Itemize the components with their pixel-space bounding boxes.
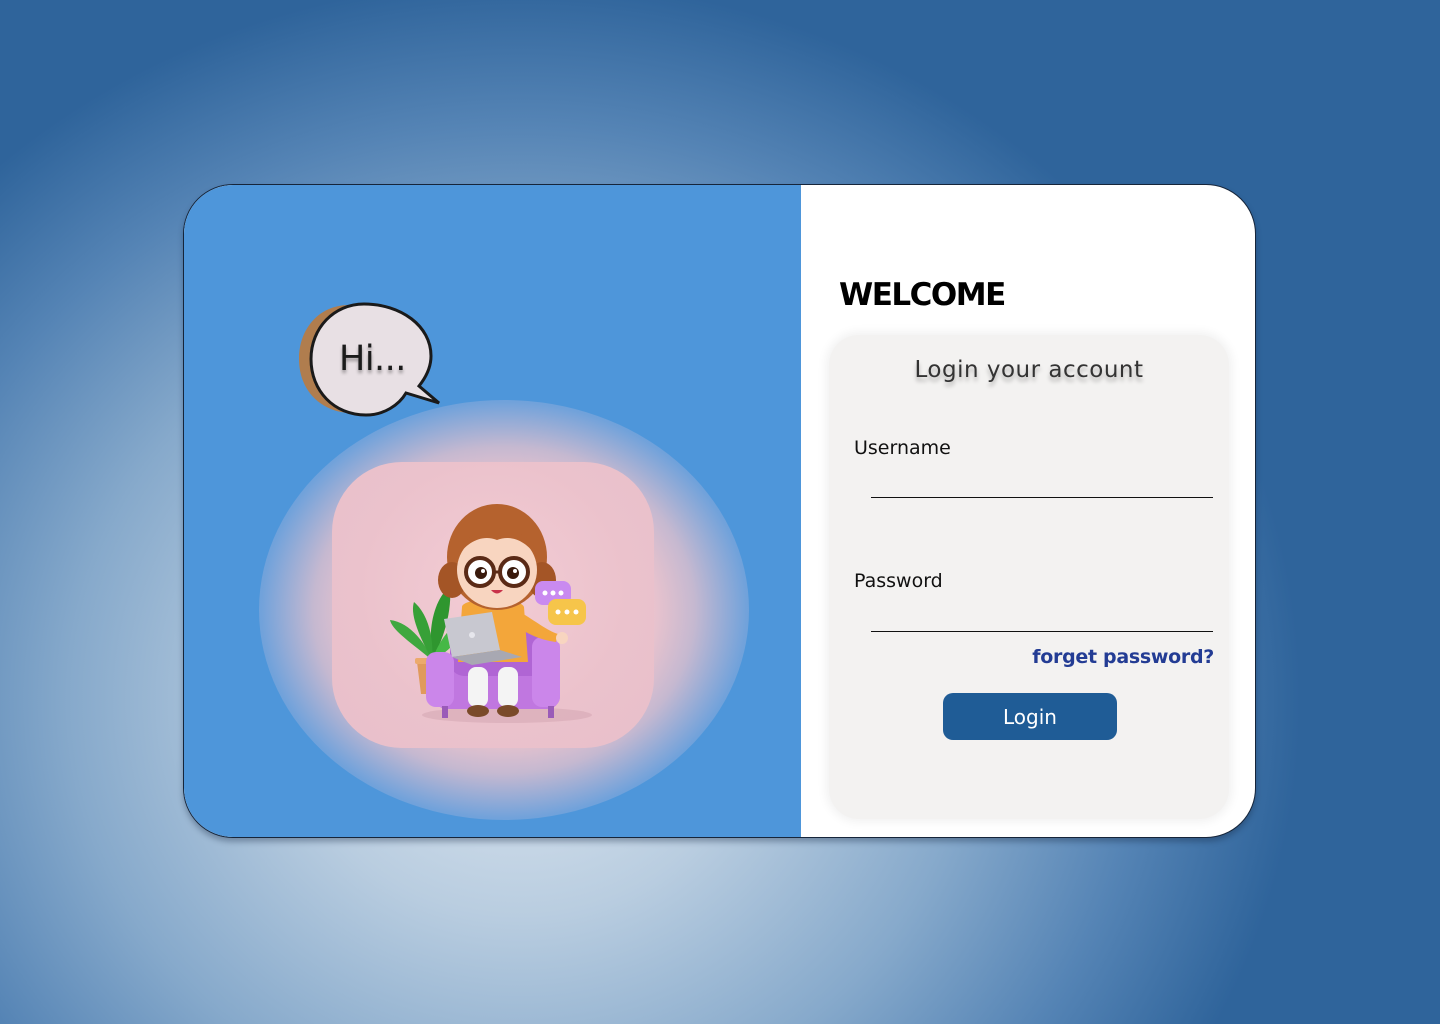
greeting-text: Hi...: [339, 339, 406, 379]
girl-with-laptop-icon: [390, 504, 592, 723]
username-label: Username: [854, 437, 951, 459]
speech-bubble: Hi...: [299, 301, 444, 421]
forgot-password-link[interactable]: forget password?: [1032, 646, 1214, 668]
login-card: Hi... WELCOME Login your account Usernam…: [183, 184, 1256, 838]
password-input[interactable]: [871, 601, 1213, 632]
password-label: Password: [854, 570, 943, 592]
character-illustration: [332, 462, 654, 748]
username-input[interactable]: [871, 467, 1213, 498]
welcome-title: WELCOME: [839, 277, 1006, 313]
form-heading: Login your account: [914, 357, 1144, 383]
hero-panel: Hi...: [184, 185, 801, 837]
login-button[interactable]: Login: [943, 693, 1117, 740]
login-form: Login your account Username Password for…: [829, 335, 1229, 819]
